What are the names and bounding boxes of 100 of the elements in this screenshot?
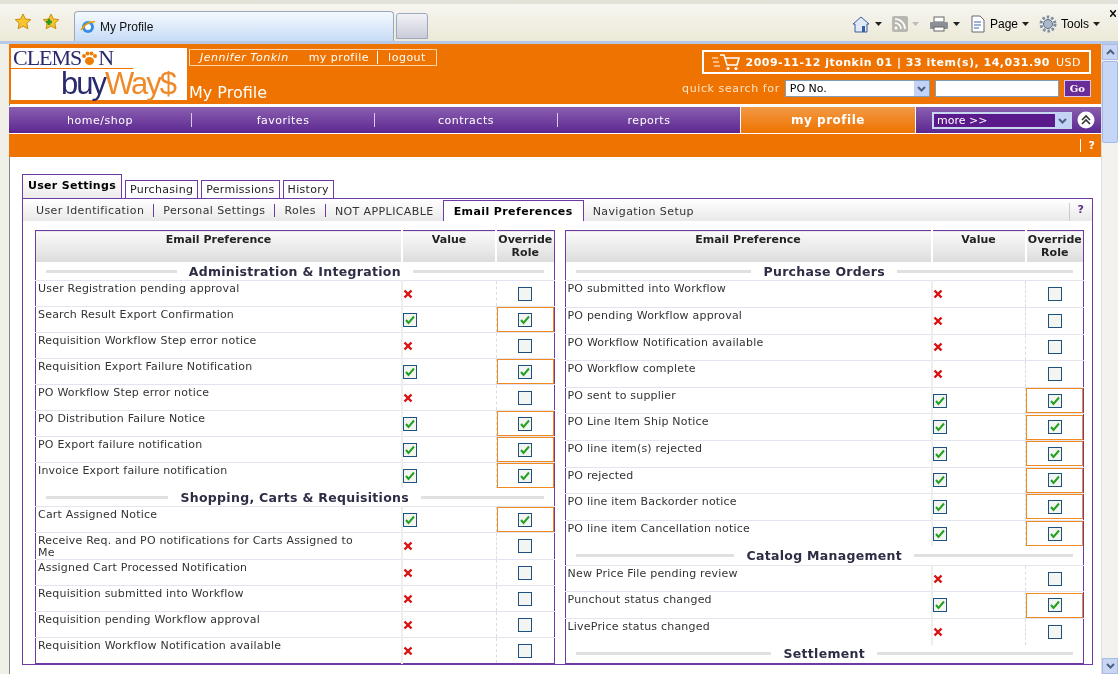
checkbox[interactable] xyxy=(403,364,417,379)
column-header: Email Preference xyxy=(565,230,932,262)
search-type-dropdown[interactable]: PO No. xyxy=(784,80,930,97)
checkbox[interactable] xyxy=(1047,287,1062,302)
tab[interactable]: Purchasing xyxy=(125,180,199,198)
page-icon xyxy=(969,15,986,33)
checkbox[interactable] xyxy=(1047,571,1062,586)
checkbox[interactable] xyxy=(518,565,532,580)
preference-label: User Registration pending approval xyxy=(35,280,402,307)
checkbox[interactable] xyxy=(518,416,532,431)
preference-label: Invoice Export failure notification xyxy=(35,462,402,488)
preference-label: New Price File pending review xyxy=(565,565,932,592)
sub-tab[interactable]: Email Preferences xyxy=(442,200,584,221)
preference-label: PO Export failure notification xyxy=(35,436,402,463)
caret-icon xyxy=(874,22,882,26)
section-heading: Settlement xyxy=(783,646,866,662)
preference-label: LivePrice status changed xyxy=(565,618,932,645)
checkbox[interactable] xyxy=(932,598,947,613)
add-favorite-icon[interactable] xyxy=(42,13,60,31)
checkbox[interactable] xyxy=(518,468,532,483)
nav-tab[interactable]: home/shop xyxy=(9,113,192,127)
caret-icon xyxy=(1022,22,1029,26)
page-title: My Profile xyxy=(189,83,269,102)
print-toolbar-button[interactable] xyxy=(928,16,960,32)
checkbox[interactable] xyxy=(1047,624,1062,639)
more-dropdown[interactable]: more >> xyxy=(932,111,1072,129)
sub-tab[interactable]: User Identification xyxy=(27,204,155,217)
nav-tab[interactable]: contracts xyxy=(375,113,558,127)
checkbox[interactable] xyxy=(518,364,532,379)
column-header: Email Preference xyxy=(35,230,402,262)
checkbox[interactable] xyxy=(932,526,947,541)
checkbox[interactable] xyxy=(518,338,532,353)
page-toolbar-button[interactable]: Page xyxy=(969,15,1029,33)
sub-tab[interactable]: Navigation Setup xyxy=(583,205,703,221)
checkbox[interactable] xyxy=(403,512,417,527)
checkbox[interactable] xyxy=(932,499,947,514)
checkbox[interactable] xyxy=(403,312,417,327)
paw-icon xyxy=(81,50,99,66)
logo-text: CLEMS xyxy=(13,48,82,68)
caret-icon xyxy=(911,22,919,26)
sub-tab[interactable]: Personal Settings xyxy=(154,204,276,217)
checkbox[interactable] xyxy=(1047,446,1062,461)
sub-tab[interactable]: Roles xyxy=(275,204,326,217)
tab[interactable]: Permissions xyxy=(201,180,280,198)
preference-label: Punchout status changed xyxy=(565,591,932,619)
checkbox[interactable] xyxy=(518,617,532,632)
checkbox[interactable] xyxy=(518,286,532,301)
checkbox[interactable] xyxy=(1047,473,1062,488)
search-field[interactable] xyxy=(934,80,1059,97)
section-heading: Purchase Orders xyxy=(763,263,886,279)
tab[interactable]: User Settings xyxy=(22,174,123,198)
home-toolbar-button[interactable] xyxy=(850,15,882,33)
scroll-up-button[interactable] xyxy=(1102,44,1118,60)
checkbox[interactable] xyxy=(932,473,947,488)
checkbox[interactable] xyxy=(1047,499,1062,514)
cart-icon xyxy=(711,53,740,71)
tab[interactable]: History xyxy=(282,180,334,198)
star-icon[interactable] xyxy=(14,13,32,31)
section-heading: Administration & Integration xyxy=(188,263,401,279)
feed-icon xyxy=(891,16,908,32)
checkbox[interactable] xyxy=(1047,598,1062,613)
checkbox[interactable] xyxy=(1047,526,1062,541)
tools-toolbar-button[interactable]: Tools xyxy=(1039,15,1100,33)
checkbox[interactable] xyxy=(932,446,947,461)
preference-label: PO line item Backorder notice xyxy=(565,493,932,521)
preference-label: Assigned Cart Processed Notification xyxy=(35,559,402,586)
nav-tab[interactable]: favorites xyxy=(192,113,375,127)
close-icon[interactable] xyxy=(1110,10,1116,17)
checkbox[interactable] xyxy=(518,539,532,553)
checkbox[interactable] xyxy=(932,420,947,435)
checkbox[interactable] xyxy=(403,468,417,483)
checkbox[interactable] xyxy=(518,442,532,457)
checkbox[interactable] xyxy=(518,312,532,327)
sub-tab[interactable]: NOT APPLICABLE xyxy=(325,205,443,221)
checkbox[interactable] xyxy=(932,393,947,408)
gear-icon xyxy=(1039,15,1057,33)
checkbox[interactable] xyxy=(1047,393,1062,408)
checkbox[interactable] xyxy=(1047,367,1062,381)
collapse-icon[interactable] xyxy=(1077,111,1095,129)
checkbox[interactable] xyxy=(403,416,417,431)
cart-summary: 2009-11-12 jtonkin 01 | 33 item(s), 14,031.90 xyxy=(745,55,1050,69)
preference-label: PO Line Item Ship Notice xyxy=(565,413,932,441)
checkbox[interactable] xyxy=(1047,420,1062,435)
browser-tab[interactable]: My Profile xyxy=(74,11,394,41)
browser-logo-icon xyxy=(80,18,96,35)
go-button[interactable]: Go xyxy=(1063,80,1091,97)
nav-tab[interactable]: reports xyxy=(558,107,740,133)
scroll-thumb[interactable] xyxy=(1102,61,1118,143)
scroll-down-button[interactable] xyxy=(1102,658,1118,674)
preference-label: PO pending Workflow approval xyxy=(565,307,932,335)
checkbox[interactable] xyxy=(403,442,417,457)
logo-text: Way$ xyxy=(105,66,176,101)
preference-label: Requisition submitted into Workflow xyxy=(35,585,402,612)
checkbox[interactable] xyxy=(518,591,532,606)
checkbox[interactable] xyxy=(518,512,532,527)
checkbox[interactable] xyxy=(518,390,532,405)
checkbox[interactable] xyxy=(518,643,532,658)
checkbox[interactable] xyxy=(1047,313,1062,328)
preference-label: PO rejected xyxy=(565,467,932,494)
checkbox[interactable] xyxy=(1047,340,1062,355)
